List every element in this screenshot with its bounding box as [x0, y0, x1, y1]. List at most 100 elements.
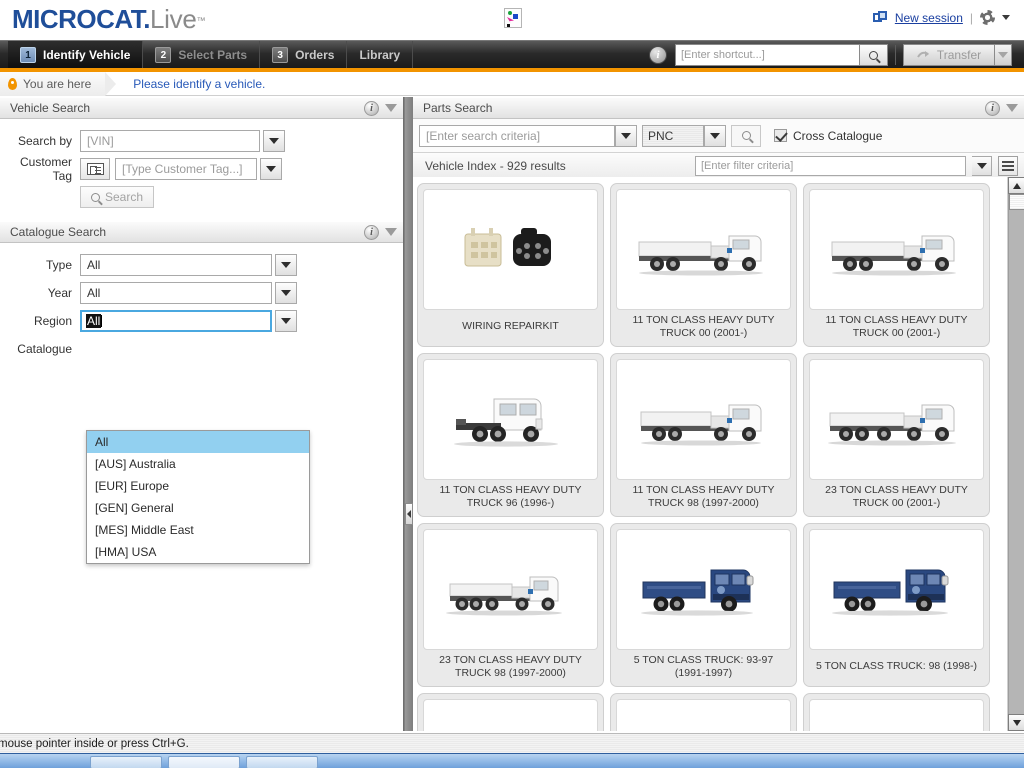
region-option-aus[interactable]: [AUS] Australia: [87, 453, 309, 475]
panel-splitter[interactable]: [405, 97, 413, 731]
gear-icon[interactable]: [980, 10, 995, 25]
parts-search-dropdown-button[interactable]: [615, 124, 637, 147]
taskbar-items: [90, 756, 318, 768]
info-icon[interactable]: i: [649, 46, 667, 64]
vehicle-search-header[interactable]: Vehicle Search i: [0, 97, 403, 119]
list-item[interactable]: [417, 693, 604, 731]
list-item[interactable]: 11 TON CLASS HEAVY DUTY TRUCK 00 (2001-): [610, 183, 797, 347]
customer-tag-dropdown-button[interactable]: [260, 158, 282, 180]
region-option-mes[interactable]: [MES] Middle East: [87, 519, 309, 541]
parts-search-header[interactable]: Parts Search i: [413, 97, 1024, 119]
scrollbar-thumb[interactable]: [1009, 194, 1024, 210]
info-icon[interactable]: i: [985, 100, 1000, 116]
tab-orders[interactable]: 3 Orders: [260, 41, 348, 69]
shortcut-input[interactable]: [Enter shortcut...]: [675, 44, 860, 66]
wiring-repair-kit-image: [423, 189, 598, 310]
tab-library[interactable]: Library: [347, 41, 414, 69]
white-flatbed-truck-image: [616, 359, 791, 480]
region-option-all[interactable]: All: [87, 431, 309, 453]
list-item[interactable]: 5 TON CLASS TRUCK: 98 (1998-): [803, 523, 990, 687]
year-dropdown-button[interactable]: [275, 282, 297, 304]
triangle-up-icon: [1012, 182, 1021, 189]
list-view-icon[interactable]: [998, 155, 1018, 176]
transfer-arrow-icon: [917, 51, 929, 58]
info-icon[interactable]: i: [364, 224, 379, 240]
vehicle-index-filter-input[interactable]: [Enter filter criteria]: [695, 155, 966, 176]
type-dropdown-button[interactable]: [275, 254, 297, 276]
scrollbar-up-button[interactable]: [1008, 177, 1024, 194]
catalogue-search-header[interactable]: Catalogue Search i: [0, 221, 403, 243]
chevron-down-icon[interactable]: [385, 228, 397, 236]
parts-search-button[interactable]: [731, 124, 761, 147]
list-item[interactable]: 23 TON CLASS HEAVY DUTY TRUCK 98 (1997-2…: [417, 523, 604, 687]
search-by-label: Search by: [17, 134, 72, 148]
logo-live: Live: [150, 4, 197, 34]
type-input[interactable]: All: [80, 254, 272, 276]
parts-search-input[interactable]: [Enter search criteria]: [419, 124, 615, 147]
vehicle-index-scrollbar[interactable]: [1007, 177, 1024, 731]
contact-card-icon[interactable]: [80, 158, 110, 180]
new-session-link[interactable]: New session: [895, 11, 963, 25]
list-item[interactable]: [803, 693, 990, 731]
region-input-value: All: [86, 314, 102, 328]
cross-catalogue-checkbox[interactable]: [774, 129, 787, 142]
chevron-down-icon: [976, 162, 987, 169]
list-item[interactable]: WIRING REPAIRKIT: [417, 183, 604, 347]
chevron-down-icon[interactable]: [1002, 15, 1010, 20]
list-item-label: 11 TON CLASS HEAVY DUTY TRUCK 98 (1997-2…: [632, 483, 775, 509]
tab-select-parts[interactable]: 2 Select Parts: [143, 41, 261, 69]
taskbar-item[interactable]: [246, 756, 318, 768]
list-item[interactable]: 11 TON CLASS HEAVY DUTY TRUCK 98 (1997-2…: [610, 353, 797, 517]
year-label: Year: [47, 286, 72, 300]
pnc-dropdown-button[interactable]: [704, 124, 726, 147]
transfer-button[interactable]: Transfer: [903, 44, 995, 66]
vehicle-search-title: Vehicle Search: [10, 101, 91, 115]
logo-microcat: MICROCAT: [12, 4, 144, 34]
customer-tag-input[interactable]: [Type Customer Tag...]: [115, 158, 257, 180]
vehicle-thumbnail: [809, 699, 984, 731]
left-panel: Vehicle Search i Search by [VIN] Custome…: [0, 97, 404, 731]
transfer-dropdown-button[interactable]: [995, 44, 1012, 66]
search-icon: [869, 50, 878, 60]
toolbar-divider: [895, 45, 896, 65]
panel-collapse-handle[interactable]: [405, 503, 413, 525]
scrollbar-down-button[interactable]: [1008, 714, 1024, 731]
taskbar-item[interactable]: [90, 756, 162, 768]
taskbar-item[interactable]: [168, 756, 240, 768]
search-by-dropdown-button[interactable]: [263, 130, 285, 152]
info-icon[interactable]: i: [364, 100, 379, 116]
region-dropdown-list[interactable]: All [AUS] Australia [EUR] Europe [GEN] G…: [86, 430, 310, 564]
list-item[interactable]: 5 TON CLASS TRUCK: 93-97 (1991-1997): [610, 523, 797, 687]
search-by-input[interactable]: [VIN]: [80, 130, 260, 152]
session-controls: New session |: [872, 10, 1010, 25]
triangle-down-icon: [1012, 719, 1021, 726]
vehicle-index-grid[interactable]: WIRING REPAIRKIT 11 TON CLASS HEAVY DUTY…: [413, 177, 1024, 731]
list-item[interactable]: [610, 693, 797, 731]
chevron-down-icon[interactable]: [385, 104, 397, 112]
new-session-icon[interactable]: [872, 10, 888, 25]
scrollbar-track[interactable]: [1008, 194, 1024, 714]
customer-tag-row: Customer Tag [Type Customer Tag...]: [0, 155, 403, 183]
list-item-label: 5 TON CLASS TRUCK: 98 (1998-): [815, 660, 978, 673]
vehicle-search-button[interactable]: Search: [80, 186, 155, 208]
region-dropdown-button[interactable]: [275, 310, 297, 332]
region-input[interactable]: All: [80, 310, 272, 332]
region-row: Region All: [0, 307, 403, 335]
tab-identify-vehicle[interactable]: 1 Identify Vehicle: [8, 41, 144, 69]
region-option-gen[interactable]: [GEN] General: [87, 497, 309, 519]
vehicle-index-title: Vehicle Index - 929 results: [425, 158, 566, 173]
list-item[interactable]: 11 TON CLASS HEAVY DUTY TRUCK 00 (2001-): [803, 183, 990, 347]
chevron-down-icon: [621, 132, 631, 139]
region-option-hma[interactable]: [HMA] USA: [87, 541, 309, 563]
region-option-eur[interactable]: [EUR] Europe: [87, 475, 309, 497]
vehicle-index-filter-dropdown-button[interactable]: [972, 155, 992, 176]
list-item[interactable]: 11 TON CLASS HEAVY DUTY TRUCK 96 (1996-): [417, 353, 604, 517]
list-item[interactable]: 23 TON CLASS HEAVY DUTY TRUCK 00 (2001-): [803, 353, 990, 517]
pnc-select[interactable]: PNC: [642, 124, 704, 147]
chevron-down-icon[interactable]: [1006, 104, 1018, 112]
os-taskbar[interactable]: [0, 753, 1024, 768]
broken-image-icon: [504, 8, 522, 28]
shortcut-search-button[interactable]: [860, 44, 888, 66]
year-input[interactable]: All: [80, 282, 272, 304]
cross-catalogue-checkbox-wrap[interactable]: Cross Catalogue: [774, 129, 882, 143]
